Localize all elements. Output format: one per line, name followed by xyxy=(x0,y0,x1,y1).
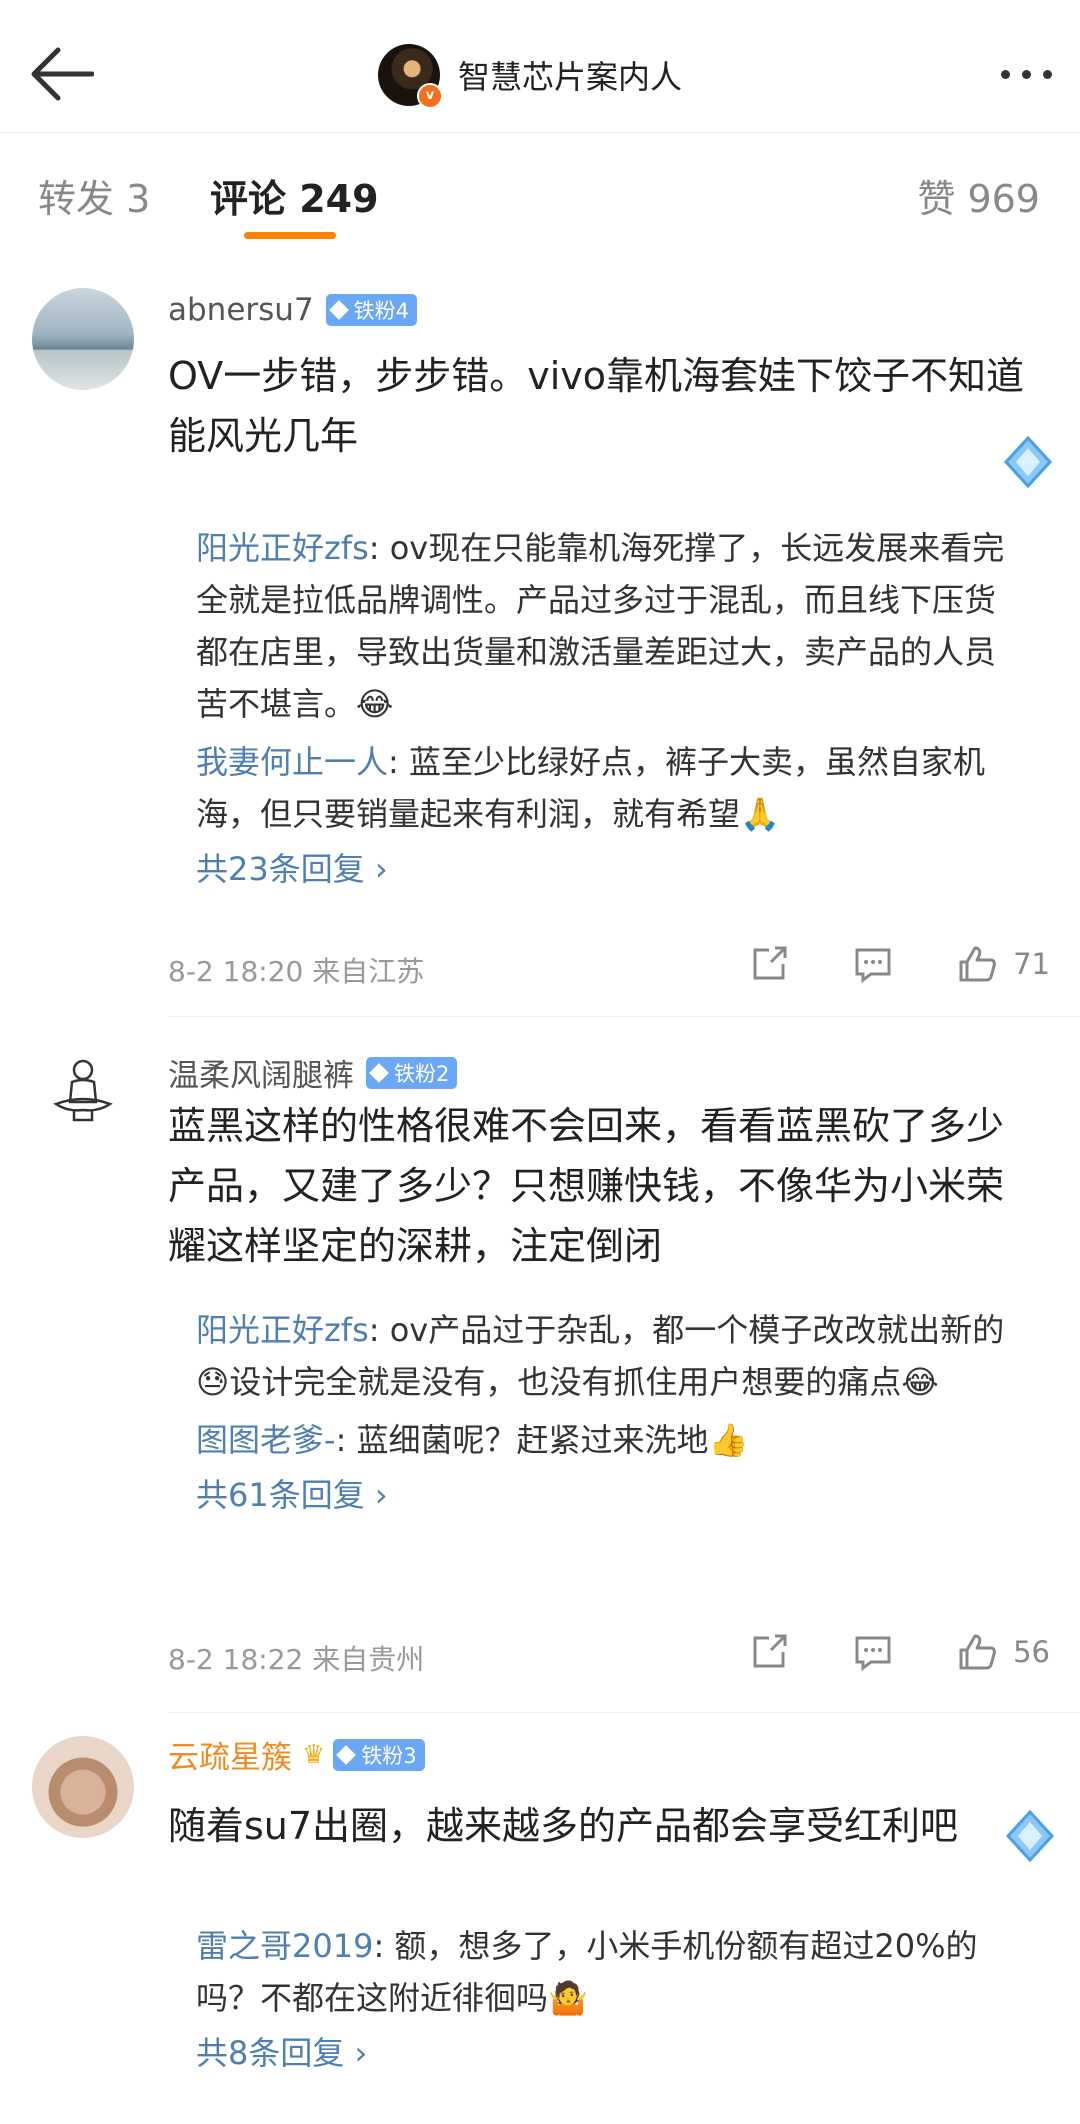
reply-box: 阳光正好zfs: ov产品过于杂乱，都一个模子改改就出新的😓设计完全就是没有，也… xyxy=(196,1304,1016,1516)
diamond-icon xyxy=(369,1062,389,1083)
top-bar: v 智慧芯片案内人 xyxy=(0,0,1080,133)
divider xyxy=(168,1016,1080,1017)
more-replies-link[interactable]: 共8条回复 › xyxy=(196,2028,1016,2074)
share-icon[interactable] xyxy=(747,942,791,986)
reply-item[interactable]: 图图老爹-: 蓝细菌呢？赶紧过来洗地👍 xyxy=(196,1414,1016,1466)
fan-badge: 铁粉4 xyxy=(325,294,418,326)
comment-actions: 71 xyxy=(687,942,1050,986)
author-avatar[interactable]: v xyxy=(378,44,443,109)
like-icon[interactable] xyxy=(955,1630,999,1674)
avatar[interactable] xyxy=(32,1040,134,1142)
reply-box: 阳光正好zfs: ov现在只能靠机海死撑了，长远发展来看完全就是拉低品牌调性。产… xyxy=(196,522,1016,890)
comment-icon[interactable] xyxy=(851,1630,895,1674)
avatar[interactable] xyxy=(32,288,134,390)
comment-actions: 56 xyxy=(687,1630,1050,1674)
avatar[interactable] xyxy=(32,1736,134,1838)
comment-username[interactable]: 温柔风阔腿裤 铁粉2 xyxy=(168,1050,458,1095)
comment-icon[interactable] xyxy=(851,942,895,986)
tab-bar: 转发 3 评论 249 赞 969 xyxy=(0,148,1080,248)
back-arrow-icon[interactable] xyxy=(28,44,95,104)
comment-meta: 8-2 18:20 来自江苏 xyxy=(168,955,425,988)
fan-badge: 铁粉2 xyxy=(366,1056,458,1089)
more-dots-icon[interactable] xyxy=(1001,70,1052,79)
comment-text: 蓝黑这样的性格很难不会回来，看看蓝黑砍了多少产品，又建了多少？只想赚快钱，不像华… xyxy=(168,1104,1005,1268)
verified-badge-icon: v xyxy=(417,83,443,109)
like-count: 71 xyxy=(1013,947,1050,981)
comment-text: OV一步错，步步错。vivo靠机海套娃下饺子不知道能风光几年 xyxy=(168,354,1025,458)
reply-item[interactable]: 阳光正好zfs: ov现在只能靠机海死撑了，长远发展来看完全就是拉低品牌调性。产… xyxy=(196,522,1016,730)
author-name[interactable]: 智慧芯片案内人 xyxy=(458,52,682,98)
divider xyxy=(168,1712,1080,1713)
comment-username[interactable]: abnersu7 铁粉4 xyxy=(168,292,418,328)
comment-text: 随着su7出圈，越来越多的产品都会享受红利吧 xyxy=(168,1804,959,1848)
crown-icon: ♛ xyxy=(302,1739,326,1770)
more-replies-link[interactable]: 共23条回复 › xyxy=(196,844,1016,890)
reply-item[interactable]: 雷之哥2019: 额，想多了，小米手机份额有超过20%的吗？不都在这附近徘徊吗🤷 xyxy=(196,1920,1016,2024)
post-author[interactable]: v 智慧芯片案内人 xyxy=(378,40,682,110)
reply-box: 雷之哥2019: 额，想多了，小米手机份额有超过20%的吗？不都在这附近徘徊吗🤷… xyxy=(196,1920,1016,2074)
tab-comment[interactable]: 评论 249 xyxy=(210,168,379,223)
tab-repost[interactable]: 转发 3 xyxy=(38,168,150,223)
fan-badge: 铁粉3 xyxy=(333,1738,425,1771)
reply-item[interactable]: 阳光正好zfs: ov产品过于杂乱，都一个模子改改就出新的😓设计完全就是没有，也… xyxy=(196,1304,1016,1408)
diamond-icon xyxy=(328,300,349,320)
share-icon[interactable] xyxy=(747,1630,791,1674)
like-count: 56 xyxy=(1013,1635,1050,1669)
diamond-gem-icon xyxy=(1003,435,1053,489)
comment-username[interactable]: 云疏星簇 ♛ 铁粉3 xyxy=(168,1732,425,1777)
diamond-icon xyxy=(336,1744,357,1765)
diamond-gem-icon xyxy=(1005,1809,1055,1863)
tab-like[interactable]: 赞 969 xyxy=(917,168,1040,223)
more-replies-link[interactable]: 共61条回复 › xyxy=(196,1470,1016,1516)
active-tab-indicator xyxy=(244,232,336,239)
reply-item[interactable]: 我妻何止一人: 蓝至少比绿好点，裤子大卖，虽然自家机海，但只要销量起来有利润，就… xyxy=(196,736,1016,840)
like-icon[interactable] xyxy=(955,942,999,986)
comment-meta: 8-2 18:22 来自贵州 xyxy=(168,1643,425,1676)
